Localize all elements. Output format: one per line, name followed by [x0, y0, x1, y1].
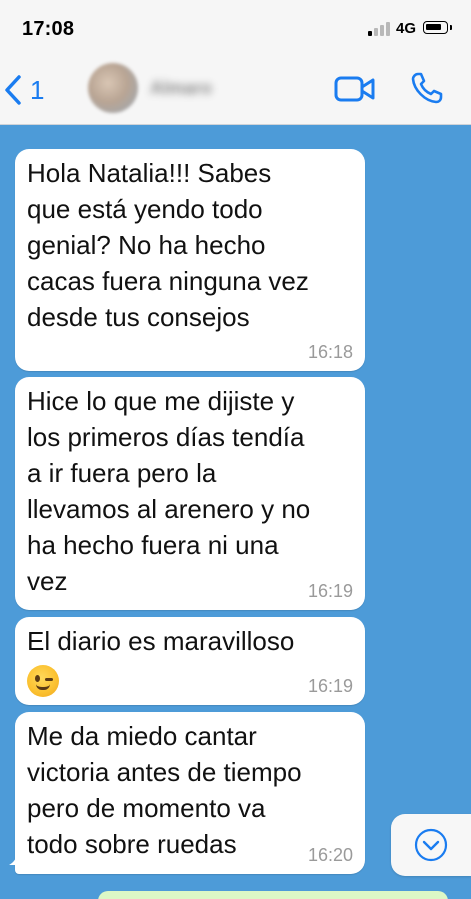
message-time: 16:18 — [307, 342, 353, 362]
avatar[interactable] — [88, 63, 138, 113]
message-bubble[interactable]: Hice lo que me dijiste y los primeros dí… — [15, 377, 365, 610]
video-call-button[interactable] — [334, 74, 376, 104]
message-text: Hice lo que me dijiste y los primeros dí… — [27, 386, 311, 596]
message-time: 16:19 — [307, 581, 353, 601]
signal-icon — [368, 22, 392, 36]
winking-face-icon — [27, 665, 59, 697]
battery-icon — [423, 21, 452, 34]
back-button[interactable]: 1 — [4, 70, 64, 110]
scroll-to-bottom-button[interactable] — [391, 814, 471, 876]
voice-call-button[interactable] — [410, 71, 444, 105]
top-bar: 17:08 4G 1 Almaro — [0, 0, 471, 125]
outgoing-message-bubble[interactable] — [98, 891, 448, 899]
message-text: Me da miedo cantar victoria antes de tie… — [27, 721, 302, 859]
message-time: 16:20 — [307, 845, 353, 865]
message-text: Hola Natalia!!! Sabes que está yendo tod… — [27, 158, 309, 332]
message-bubble[interactable]: Me da miedo cantar victoria antes de tie… — [15, 712, 365, 874]
message-time: 16:19 — [307, 676, 353, 696]
unread-count: 1 — [30, 74, 45, 105]
bubble-tail — [9, 843, 23, 865]
contact-name[interactable]: Almaro — [150, 78, 212, 99]
message-text: El diario es maravilloso — [27, 626, 295, 656]
message-bubble[interactable]: El diario es maravilloso 16:19 — [15, 617, 365, 705]
chevron-left-icon — [4, 75, 22, 105]
network-label: 4G — [396, 20, 417, 37]
message-bubble[interactable]: Hola Natalia!!! Sabes que está yendo tod… — [15, 149, 365, 371]
phone-icon — [410, 72, 444, 109]
status-time: 17:08 — [22, 18, 75, 40]
video-camera-icon — [334, 76, 376, 108]
